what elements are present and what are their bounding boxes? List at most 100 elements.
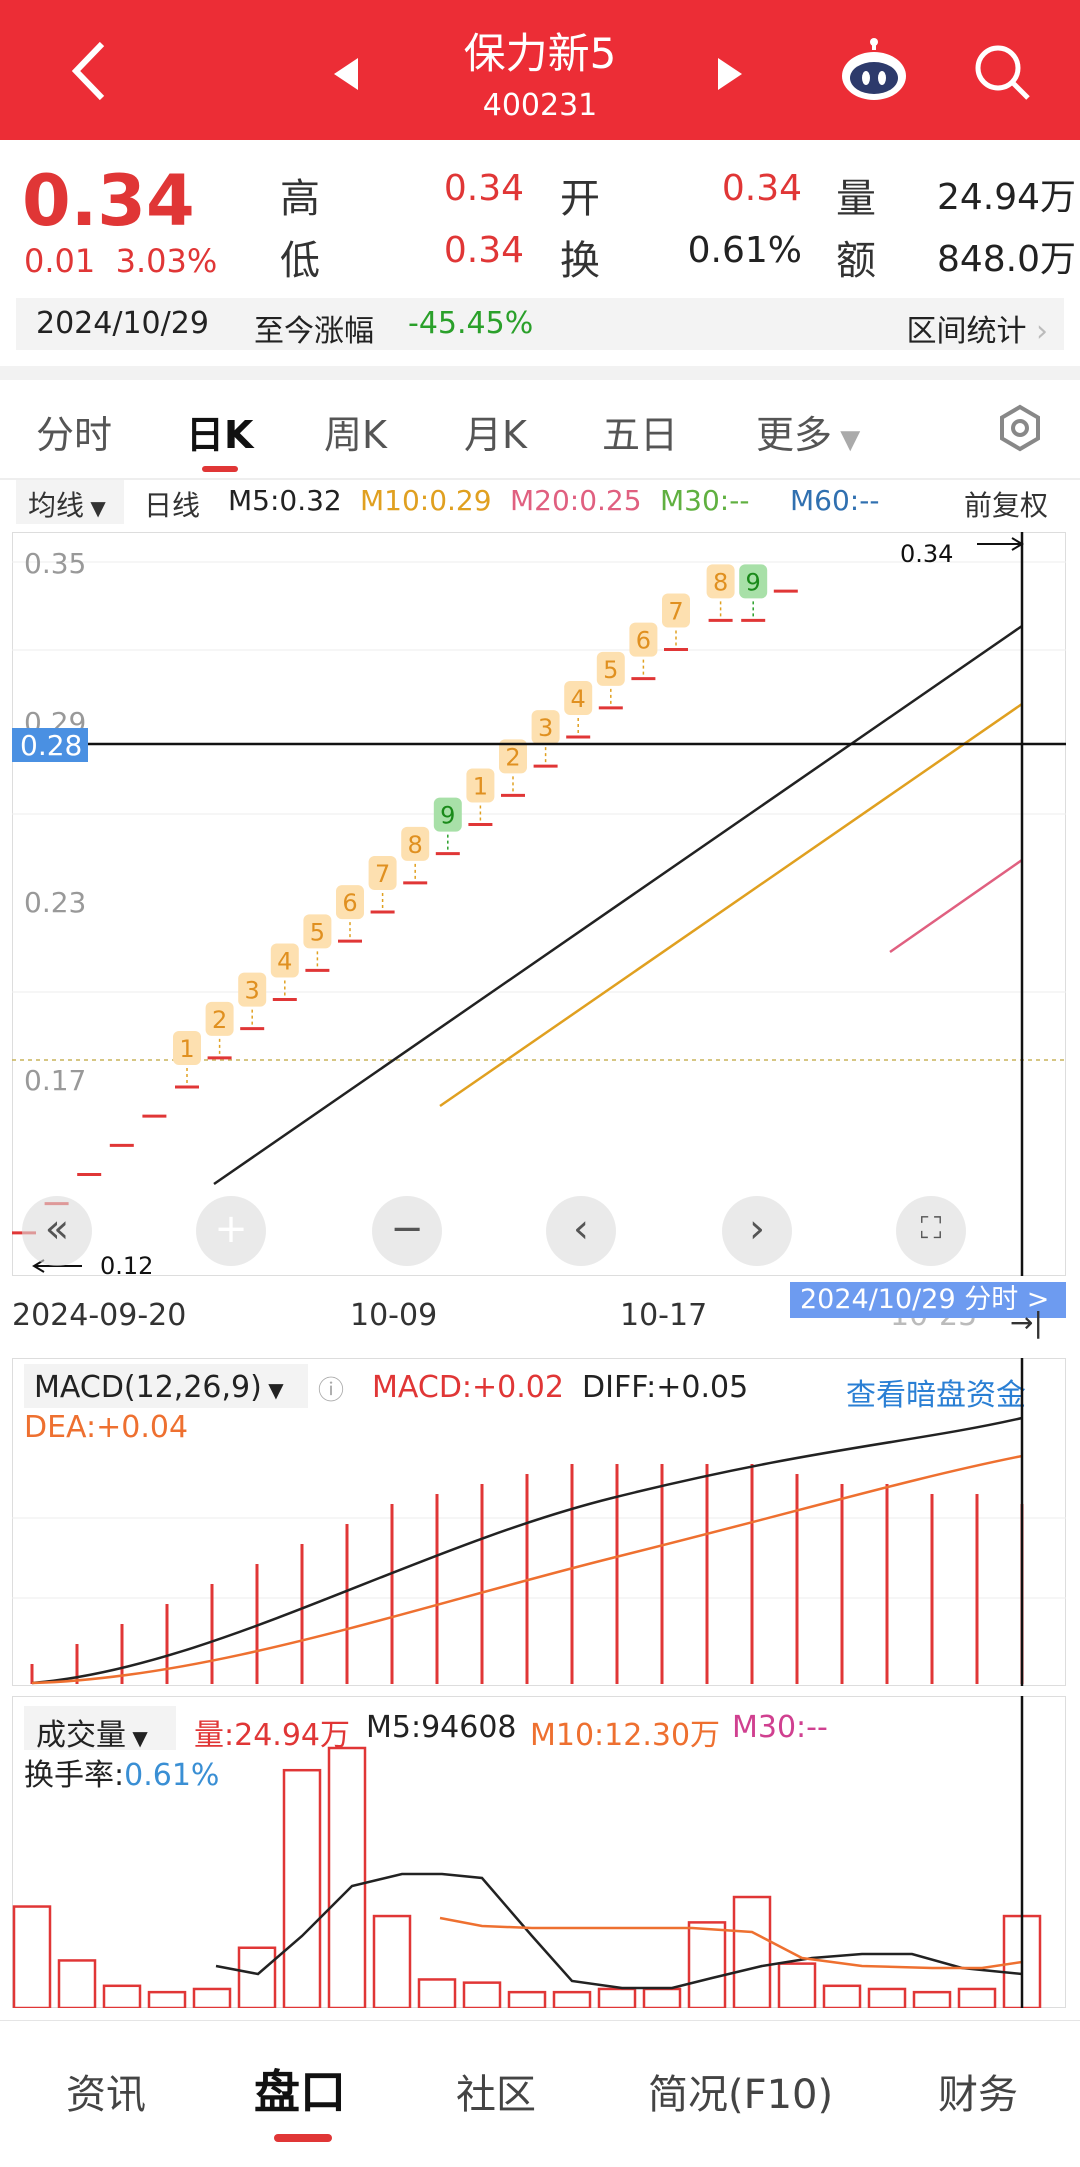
section-divider <box>0 366 1080 380</box>
volume-bar <box>147 1990 187 2008</box>
volume-bar <box>687 1921 727 2008</box>
ma10-line <box>439 702 1023 1108</box>
open-value: 0.34 <box>721 168 802 209</box>
ma20-value: M20:0.25 <box>510 484 642 517</box>
interval-stats-link[interactable]: 区间统计 › <box>906 306 1048 350</box>
tab-monthly-k[interactable]: 月K <box>464 404 527 459</box>
ma-line-type: 日线 <box>144 489 201 522</box>
x-tick: 10-17 <box>620 1298 708 1333</box>
volume-bar <box>912 1990 952 2008</box>
scroll-start-button[interactable]: « <box>22 1196 92 1266</box>
double-chevron-left-icon: « <box>44 1206 70 1252</box>
ma5-value: M5:0.32 <box>228 484 342 517</box>
ma-selector-label: 均线 ▼ <box>28 489 106 522</box>
fullscreen-button[interactable]: ⛶ <box>896 1196 966 1266</box>
volume-bar <box>462 1981 502 2008</box>
jump-latest-icon[interactable]: →| <box>1010 1306 1043 1339</box>
tab-divider <box>0 478 1080 480</box>
nav-profile-f10[interactable]: 简况(F10) <box>648 2062 833 2120</box>
fullscreen-icon: ⛶ <box>920 1211 942 1246</box>
amount-label: 额 <box>836 238 876 284</box>
back-arrow-icon[interactable] <box>62 36 122 106</box>
sequence-label: 9 <box>440 802 455 830</box>
high-value: 0.34 <box>443 168 524 209</box>
sequence-label: 7 <box>668 598 683 626</box>
volume-bar <box>417 1978 457 2008</box>
volume-bar <box>372 1914 412 2008</box>
volume-bar <box>237 1946 277 2008</box>
high-label: 高 <box>280 176 320 222</box>
high-marker: 0.34 <box>900 540 953 568</box>
sequence-label: 9 <box>746 568 761 596</box>
next-stock-icon[interactable] <box>718 58 742 90</box>
ma60-value: M60:-- <box>790 484 880 517</box>
turnover-label: 换 <box>560 238 600 284</box>
sequence-label: 5 <box>310 918 325 946</box>
top-bar: 保力新5 400231 <box>0 0 1080 140</box>
last-price: 0.34 <box>22 160 195 242</box>
nav-finance[interactable]: 财务 <box>938 2062 1018 2120</box>
pan-left-button[interactable]: ‹ <box>546 1196 616 1266</box>
minus-icon: − <box>390 1206 424 1252</box>
sequence-label: 8 <box>713 568 728 596</box>
y-tick: 0.23 <box>24 886 86 919</box>
search-icon[interactable] <box>970 40 1034 104</box>
y-tick: 0.17 <box>24 1064 86 1097</box>
pan-right-button[interactable]: › <box>722 1196 792 1266</box>
sequence-label: 3 <box>538 714 553 742</box>
volume-value: 24.94万 <box>936 177 1076 218</box>
dropdown-arrow-icon: ▼ <box>832 425 861 455</box>
volume-bar <box>822 1984 862 2008</box>
nav-community[interactable]: 社区 <box>456 2062 536 2120</box>
nav-order-book[interactable]: 盘口 <box>254 2056 346 2122</box>
volume-bar <box>642 1987 682 2008</box>
sequence-label: 6 <box>342 889 357 917</box>
tab-weekly-k[interactable]: 周K <box>324 404 387 459</box>
active-nav-indicator <box>274 2134 332 2142</box>
adjust-mode[interactable]: 前复权 <box>964 484 1048 524</box>
prev-stock-icon[interactable] <box>334 58 358 90</box>
volume-bar <box>957 1987 997 2008</box>
low-value: 0.34 <box>443 230 524 271</box>
sequence-label: 2 <box>505 743 520 771</box>
robot-assistant-icon[interactable] <box>838 38 910 104</box>
zoom-out-button[interactable]: − <box>372 1196 442 1266</box>
sequence-label: 3 <box>245 977 260 1005</box>
volume-bar <box>192 1987 232 2008</box>
sequence-label: 2 <box>212 1006 227 1034</box>
volume-chart <box>12 1696 1042 2008</box>
chevron-left-icon: ‹ <box>573 1206 589 1252</box>
zoom-in-button[interactable]: + <box>196 1196 266 1266</box>
kline-chart[interactable]: 0.35 0.29 0.23 0.17 12345678912345678 9 0… <box>12 532 1066 1276</box>
x-tick: 2024-09-20 <box>12 1298 187 1333</box>
volume-bar <box>507 1990 547 2008</box>
active-tab-indicator <box>202 466 238 472</box>
volume-bar <box>102 1984 142 2008</box>
tab-more[interactable]: 更多 ▼ <box>756 404 860 459</box>
ma10-value: M10:0.29 <box>360 484 492 517</box>
settings-hexagon-icon[interactable] <box>996 404 1044 452</box>
sequence-label: 6 <box>636 627 651 655</box>
volume-bar <box>12 1905 52 2008</box>
y-tick: 0.35 <box>24 547 86 580</box>
nav-news[interactable]: 资讯 <box>66 2062 146 2120</box>
low-label: 低 <box>280 238 320 284</box>
stock-code: 400231 <box>482 88 598 123</box>
sequence-label: 5 <box>603 656 618 684</box>
volume-label: 量 <box>836 176 876 222</box>
since-change: -45.45% <box>408 306 534 341</box>
tab-daily-k[interactable]: 日K <box>186 404 253 459</box>
ma30-value: M30:-- <box>660 484 750 517</box>
plus-icon: + <box>214 1206 248 1252</box>
sequence-label: 8 <box>408 831 423 859</box>
sequence-label: 1 <box>179 1035 194 1063</box>
volume-m5-line <box>215 1872 1023 1990</box>
crosshair-price: 0.28 <box>20 729 82 762</box>
ma5-line <box>213 624 1023 1186</box>
bottom-nav <box>0 2020 1080 2167</box>
open-label: 开 <box>560 176 600 222</box>
tab-five-day[interactable]: 五日 <box>602 404 678 459</box>
tab-intraday[interactable]: 分时 <box>36 404 112 459</box>
volume-bar <box>327 1746 367 2008</box>
turnover-value: 0.61% <box>687 230 802 271</box>
